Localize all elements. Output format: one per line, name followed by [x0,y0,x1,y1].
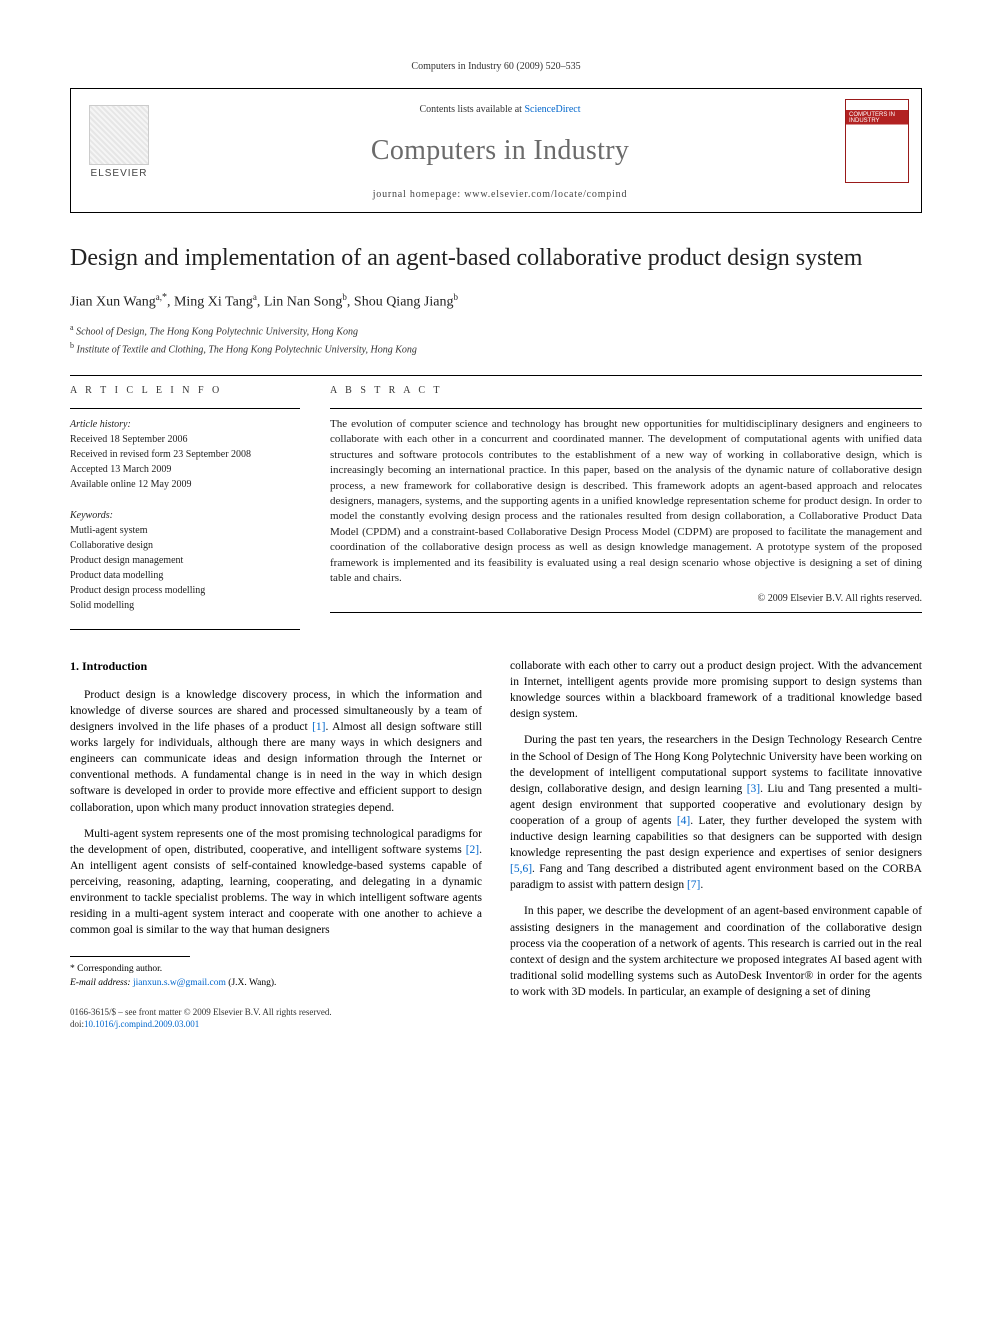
divider [70,375,922,376]
author-3-aff: b [342,292,347,302]
abstract-copyright: © 2009 Elsevier B.V. All rights reserved… [330,592,922,606]
article-info-column: A R T I C L E I N F O Article history: R… [70,384,300,630]
keywords-label: Keywords: [70,508,300,523]
elsevier-tree-icon [89,105,149,165]
contents-prefix: Contents lists available at [419,104,524,115]
abstract-text: The evolution of computer science and te… [330,417,922,586]
journal-cover-thumbnail: COMPUTERS IN INDUSTRY [845,99,909,183]
email-label: E-mail address: [70,978,131,988]
left-column: 1. Introduction Product design is a know… [70,658,482,1031]
publisher-name: ELSEVIER [91,167,148,181]
article-title: Design and implementation of an agent-ba… [70,243,922,273]
cover-title: COMPUTERS IN INDUSTRY [849,112,905,124]
body-columns: 1. Introduction Product design is a know… [70,658,922,1031]
journal-name: Computers in Industry [165,131,835,170]
article-info-label: A R T I C L E I N F O [70,384,300,398]
abstract-column: A B S T R A C T The evolution of compute… [330,384,922,630]
keyword-4: Product design process modelling [70,583,300,598]
journal-header: ELSEVIER Contents lists available at Sci… [70,88,922,213]
keyword-2: Product design management [70,553,300,568]
email-attrib: (J.X. Wang). [228,978,276,988]
history-label: Article history: [70,417,300,432]
para-left-1: Multi-agent system represents one of the… [70,826,482,939]
keyword-0: Mutli-agent system [70,523,300,538]
author-3: Lin Nan Song [264,295,343,310]
para-right-2: In this paper, we describe the developme… [510,903,922,1000]
contents-available: Contents lists available at ScienceDirec… [165,103,835,117]
para-right-1: During the past ten years, the researche… [510,732,922,893]
keyword-5: Solid modelling [70,598,300,613]
corresponding-note: * Corresponding author. [70,963,482,976]
history-received: Received 18 September 2006 [70,432,300,447]
para-right-0: collaborate with each other to carry out… [510,658,922,722]
affiliation-a: School of Design, The Hong Kong Polytech… [76,327,358,338]
author-1: Jian Xun Wang [70,295,156,310]
running-head: Computers in Industry 60 (2009) 520–535 [70,60,922,74]
author-4-aff: b [453,292,458,302]
right-column: collaborate with each other to carry out… [510,658,922,1031]
footnotes: * Corresponding author. E-mail address: … [70,963,482,990]
journal-homepage: journal homepage: www.elsevier.com/locat… [165,188,835,202]
author-email[interactable]: jianxun.s.w@gmail.com [133,978,226,988]
affiliations: a School of Design, The Hong Kong Polyte… [70,322,922,357]
sciencedirect-link[interactable]: ScienceDirect [524,104,580,115]
abstract-label: A B S T R A C T [330,384,922,398]
elsevier-logo: ELSEVIER [83,99,155,181]
keyword-1: Collaborative design [70,538,300,553]
section-heading-1: 1. Introduction [70,658,482,675]
para-left-0: Product design is a knowledge discovery … [70,687,482,816]
author-4: Shou Qiang Jiang [354,295,454,310]
affiliation-b: Institute of Textile and Clothing, The H… [77,344,417,355]
keyword-3: Product data modelling [70,568,300,583]
author-2-aff: a [253,292,257,302]
front-matter: 0166-3615/$ – see front matter © 2009 El… [70,1006,482,1031]
history-online: Available online 12 May 2009 [70,477,300,492]
history-revised: Received in revised form 23 September 20… [70,447,300,462]
author-1-corr: * [162,292,167,303]
doi-link[interactable]: 10.1016/j.compind.2009.03.001 [84,1019,199,1029]
author-2: Ming Xi Tang [174,295,253,310]
footnote-separator [70,956,190,957]
front-matter-line: 0166-3615/$ – see front matter © 2009 El… [70,1006,482,1019]
history-accepted: Accepted 13 March 2009 [70,462,300,477]
doi-label: doi: [70,1019,84,1029]
authors-line: Jian Xun Wanga,*, Ming Xi Tanga, Lin Nan… [70,291,922,312]
